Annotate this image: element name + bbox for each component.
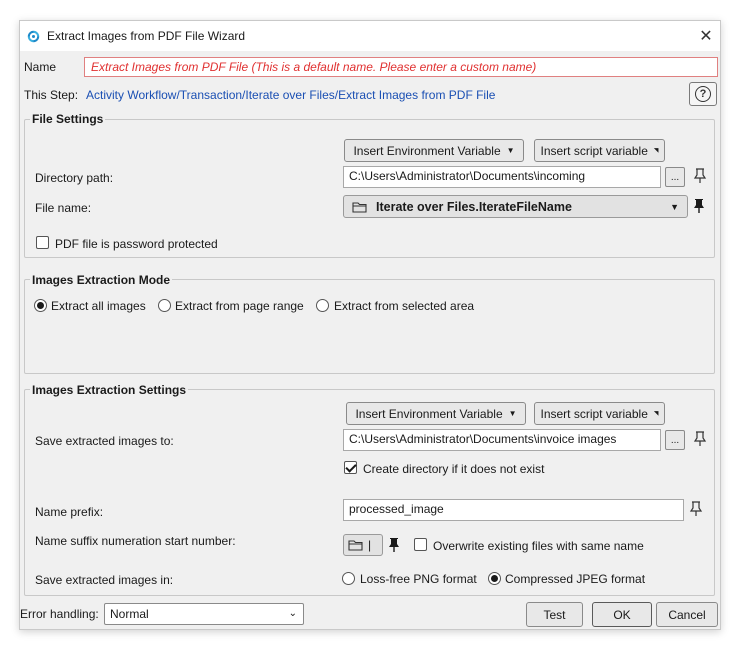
extraction-settings-title: Images Extraction Settings — [30, 383, 189, 397]
error-handling-label: Error handling: — [20, 607, 99, 621]
radio-page-range[interactable] — [158, 299, 171, 312]
insert-script-variable-button[interactable]: Insert script variable ◥ — [534, 139, 665, 162]
app-logo-icon — [27, 30, 40, 43]
title-bar: Extract Images from PDF File Wizard ✕ — [20, 21, 720, 51]
create-directory-label: Create directory if it does not exist — [363, 462, 545, 476]
password-protected-label: PDF file is password protected — [55, 237, 218, 251]
pin-outline-icon[interactable] — [693, 431, 707, 447]
insert-env-variable-button-2[interactable]: Insert Environment Variable ▼ — [346, 402, 526, 425]
file-name-label: File name: — [35, 201, 92, 215]
pin-outline-icon[interactable] — [689, 501, 703, 517]
cancel-button[interactable]: Cancel — [656, 602, 718, 627]
insert-script-label: Insert script variable — [540, 143, 648, 158]
save-to-input[interactable]: C:\Users\Administrator\Documents\invoice… — [343, 429, 661, 451]
page-range-label: Extract from page range — [175, 299, 304, 313]
overwrite-checkbox[interactable] — [414, 538, 427, 551]
png-format-label: Loss-free PNG format — [360, 572, 477, 586]
extraction-mode-group — [24, 279, 715, 374]
insert-env-label: Insert Environment Variable — [353, 143, 501, 158]
chevron-down-icon: ▼ — [670, 202, 679, 212]
window-title: Extract Images from PDF File Wizard — [47, 29, 246, 43]
pin-filled-icon[interactable] — [387, 537, 401, 553]
dropdown-caret-icon: ◥ — [653, 411, 659, 417]
pin-outline-icon[interactable] — [693, 168, 707, 184]
browse-save-to-button[interactable]: ... — [665, 430, 685, 450]
insert-env-label-2: Insert Environment Variable — [355, 406, 503, 421]
test-button[interactable]: Test — [526, 602, 583, 627]
dropdown-caret-icon: ◥ — [653, 148, 659, 154]
name-prefix-input[interactable]: processed_image — [343, 499, 684, 521]
radio-png-format[interactable] — [342, 572, 355, 585]
name-prefix-label: Name prefix: — [35, 505, 104, 519]
extraction-mode-title: Images Extraction Mode — [30, 273, 173, 287]
radio-selected-area[interactable] — [316, 299, 329, 312]
create-directory-checkbox[interactable] — [344, 461, 357, 474]
folder-icon — [348, 540, 363, 551]
close-icon: ✕ — [699, 28, 713, 45]
text-cursor-icon: | — [368, 538, 372, 552]
name-suffix-label: Name suffix numeration start number: — [35, 534, 236, 548]
password-protected-checkbox[interactable] — [36, 236, 49, 249]
pin-filled-icon[interactable] — [692, 198, 706, 214]
dropdown-caret-icon: ▼ — [506, 146, 515, 155]
help-icon: ? — [695, 86, 711, 102]
save-format-label: Save extracted images in: — [35, 573, 174, 587]
radio-jpeg-format[interactable] — [488, 572, 501, 585]
extract-all-label: Extract all images — [51, 299, 146, 313]
selected-area-label: Extract from selected area — [334, 299, 475, 313]
insert-script-label-2: Insert script variable — [540, 406, 648, 421]
error-handling-value: Normal — [110, 607, 149, 621]
error-handling-select[interactable]: Normal ⌄ — [104, 603, 304, 625]
step-path-link[interactable]: Activity Workflow/Transaction/Iterate ov… — [86, 88, 495, 102]
directory-path-input[interactable]: C:\Users\Administrator\Documents\incomin… — [343, 166, 661, 188]
this-step-label: This Step: — [24, 88, 79, 102]
jpeg-format-label: Compressed JPEG format — [505, 572, 646, 586]
wizard-window: Extract Images from PDF File Wizard ✕ Na… — [19, 20, 721, 630]
ok-button[interactable]: OK — [592, 602, 652, 627]
file-name-combo[interactable]: Iterate over Files.IterateFileName ▼ — [343, 195, 688, 218]
insert-script-variable-button-2[interactable]: Insert script variable ◥ — [534, 402, 665, 425]
help-button[interactable]: ? — [689, 82, 717, 106]
insert-env-variable-button[interactable]: Insert Environment Variable ▼ — [344, 139, 524, 162]
save-to-label: Save extracted images to: — [35, 434, 174, 448]
radio-extract-all[interactable] — [34, 299, 47, 312]
name-label: Name — [24, 60, 57, 74]
folder-icon — [352, 201, 367, 213]
browse-directory-button[interactable]: ... — [665, 167, 685, 187]
chevron-down-icon: ⌄ — [288, 608, 297, 619]
file-settings-title: File Settings — [30, 112, 106, 126]
overwrite-label: Overwrite existing files with same name — [433, 539, 644, 553]
dropdown-caret-icon: ▼ — [508, 409, 517, 418]
close-button[interactable]: ✕ — [692, 21, 720, 51]
directory-path-label: Directory path: — [35, 171, 114, 185]
name-input[interactable]: Extract Images from PDF File (This is a … — [84, 57, 718, 77]
suffix-number-combo[interactable]: | — [343, 534, 383, 556]
file-name-value: Iterate over Files.IterateFileName — [376, 199, 572, 214]
